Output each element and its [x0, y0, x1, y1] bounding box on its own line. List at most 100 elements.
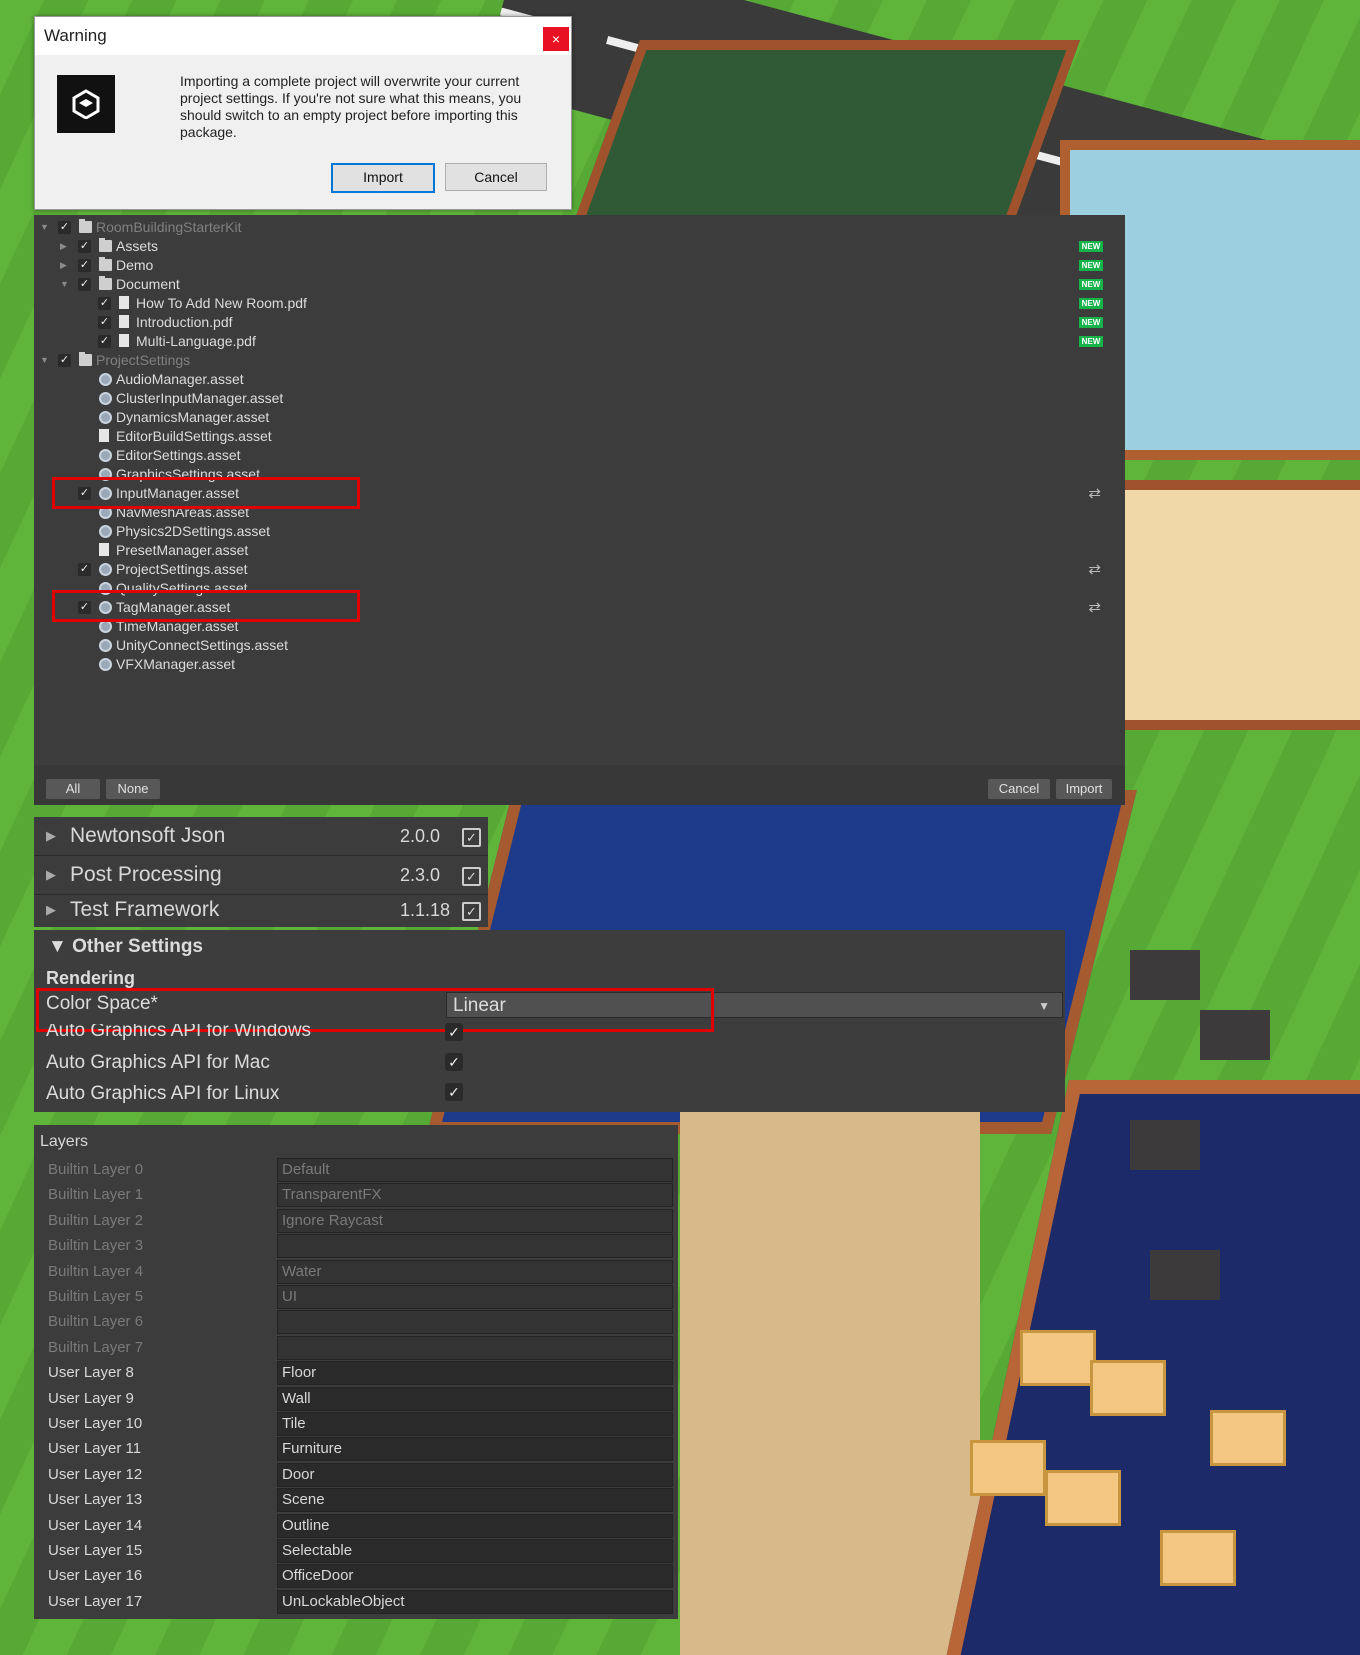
auto-graphics-windows-checkbox[interactable]: ✓: [445, 1023, 463, 1041]
tree-item[interactable]: ✓ How To Add New Room.pdf NEW: [34, 294, 1125, 313]
item-checkbox[interactable]: ✓: [58, 354, 71, 367]
layer-row: Builtin Layer 3: [34, 1234, 678, 1259]
layer-name-field[interactable]: Outline: [277, 1513, 673, 1538]
tree-item[interactable]: VFXManager.asset: [34, 655, 1125, 674]
collapsed-arrow-icon[interactable]: ▶: [60, 237, 72, 256]
panel-cancel-button[interactable]: Cancel: [988, 779, 1050, 799]
package-name: Post Processing: [70, 863, 222, 886]
layer-name-field: [277, 1335, 673, 1360]
package-row[interactable]: ▶ Post Processing 2.3.0 ✓: [34, 856, 488, 895]
package-checkbox[interactable]: ✓: [462, 867, 481, 886]
tree-item-label: ProjectSettings.asset: [116, 561, 248, 577]
other-settings-header[interactable]: ▼ Other Settings: [48, 936, 203, 958]
tree-item[interactable]: DynamicsManager.asset: [34, 408, 1125, 427]
layer-name-field: Default: [277, 1158, 673, 1182]
layer-row: Builtin Layer 1 TransparentFX: [34, 1183, 678, 1208]
layer-row: Builtin Layer 5 UI: [34, 1285, 678, 1310]
layer-name-field[interactable]: Door: [277, 1462, 673, 1487]
expanded-arrow-icon[interactable]: ▼: [40, 351, 52, 370]
tree-item[interactable]: ✓ ProjectSettings.asset ⇄: [34, 560, 1125, 579]
tree-item[interactable]: ✓ Multi-Language.pdf NEW: [34, 332, 1125, 351]
layer-row: User Layer 8 Floor: [34, 1361, 678, 1386]
layer-name-field[interactable]: Wall: [277, 1386, 673, 1411]
package-checkbox[interactable]: ✓: [462, 828, 481, 847]
layer-name-field: [277, 1310, 673, 1335]
layer-name-field[interactable]: Scene: [277, 1488, 673, 1513]
tree-item[interactable]: ✓ Introduction.pdf NEW: [34, 313, 1125, 332]
new-badge: NEW: [1079, 260, 1103, 271]
asset-gear-icon: [99, 639, 112, 652]
auto-graphics-mac-label: Auto Graphics API for Mac: [46, 1052, 270, 1073]
layer-name-field[interactable]: Furniture: [277, 1437, 673, 1462]
tree-item[interactable]: UnityConnectSettings.asset: [34, 636, 1125, 655]
layer-row: User Layer 16 OfficeDoor: [34, 1564, 678, 1589]
tree-item-label: How To Add New Room.pdf: [136, 295, 307, 311]
item-checkbox[interactable]: ✓: [78, 278, 91, 291]
layer-name-field: [277, 1234, 673, 1259]
expand-icon[interactable]: ▶: [46, 891, 56, 927]
close-icon[interactable]: ×: [543, 27, 569, 51]
tree-item[interactable]: Physics2DSettings.asset: [34, 522, 1125, 541]
desk-wood: [1020, 1330, 1096, 1386]
tree-item[interactable]: ▶ ✓ Demo NEW: [34, 256, 1125, 275]
tree-item[interactable]: AudioManager.asset: [34, 370, 1125, 389]
tree-item[interactable]: ▼ ✓ Document NEW: [34, 275, 1125, 294]
desk-wood: [1160, 1530, 1236, 1586]
swap-icon: ⇄: [1088, 599, 1101, 616]
tree-item[interactable]: PresetManager.asset: [34, 541, 1125, 560]
room-beige: [1100, 480, 1360, 730]
package-row[interactable]: ▶ Test Framework 1.1.18 ✓: [34, 891, 488, 927]
layer-row: User Layer 17 UnLockableObject: [34, 1589, 678, 1615]
asset-gear-icon: [99, 392, 112, 405]
layer-name-field[interactable]: Selectable: [277, 1539, 673, 1563]
expand-icon[interactable]: ▶: [46, 856, 56, 894]
expanded-arrow-icon[interactable]: ▼: [40, 218, 52, 237]
layer-label: User Layer 14: [48, 1516, 143, 1534]
package-checkbox[interactable]: ✓: [462, 902, 481, 921]
panel-import-button[interactable]: Import: [1056, 779, 1112, 799]
import-button[interactable]: Import: [331, 163, 435, 193]
layer-label: Builtin Layer 6: [48, 1313, 144, 1331]
item-checkbox[interactable]: ✓: [78, 259, 91, 272]
layer-name-field[interactable]: Floor: [277, 1361, 673, 1386]
layer-name-field[interactable]: OfficeDoor: [277, 1564, 673, 1589]
tree-item-label: PresetManager.asset: [116, 542, 249, 558]
cancel-button[interactable]: Cancel: [445, 163, 547, 191]
desk-wood: [1090, 1360, 1166, 1416]
layer-label: User Layer 16: [48, 1567, 143, 1585]
expanded-arrow-icon[interactable]: ▼: [60, 275, 72, 294]
file-icon: [119, 296, 129, 309]
tree-item[interactable]: ▼ ✓ ProjectSettings: [34, 351, 1125, 370]
auto-graphics-linux-checkbox[interactable]: ✓: [445, 1083, 463, 1101]
package-row[interactable]: ▶ Newtonsoft Json 2.0.0 ✓: [34, 817, 488, 856]
select-none-button[interactable]: None: [106, 779, 160, 799]
tree-item[interactable]: ClusterInputManager.asset: [34, 389, 1125, 408]
layer-name-field[interactable]: UnLockableObject: [277, 1589, 673, 1614]
layer-row: Builtin Layer 6: [34, 1310, 678, 1335]
tree-item[interactable]: ▶ ✓ Assets NEW: [34, 237, 1125, 256]
desk-wood: [970, 1440, 1046, 1496]
item-checkbox[interactable]: ✓: [98, 297, 111, 310]
item-checkbox[interactable]: ✓: [78, 240, 91, 253]
layer-name-field[interactable]: Tile: [277, 1412, 673, 1436]
highlight-box: [52, 477, 360, 509]
expand-icon[interactable]: ▶: [46, 817, 56, 855]
layer-row: User Layer 15 Selectable: [34, 1539, 678, 1564]
tree-item[interactable]: EditorBuildSettings.asset: [34, 427, 1125, 446]
item-checkbox[interactable]: ✓: [58, 221, 71, 234]
tree-item[interactable]: EditorSettings.asset: [34, 446, 1125, 465]
asset-gear-icon: [99, 373, 112, 386]
package-name: Test Framework: [70, 898, 220, 921]
tree-item[interactable]: ▼ ✓ RoomBuildingStarterKit: [34, 218, 1125, 237]
item-checkbox[interactable]: ✓: [98, 316, 111, 329]
select-all-button[interactable]: All: [46, 779, 100, 799]
asset-gear-icon: [99, 449, 112, 462]
collapsed-arrow-icon[interactable]: ▶: [60, 256, 72, 275]
new-badge: NEW: [1079, 279, 1103, 290]
layer-row: User Layer 12 Door: [34, 1462, 678, 1488]
item-checkbox[interactable]: ✓: [78, 563, 91, 576]
auto-graphics-mac-checkbox[interactable]: ✓: [445, 1053, 463, 1071]
tree-item-label: Document: [116, 276, 180, 292]
item-checkbox[interactable]: ✓: [98, 335, 111, 348]
asset-gear-icon: [99, 525, 112, 538]
